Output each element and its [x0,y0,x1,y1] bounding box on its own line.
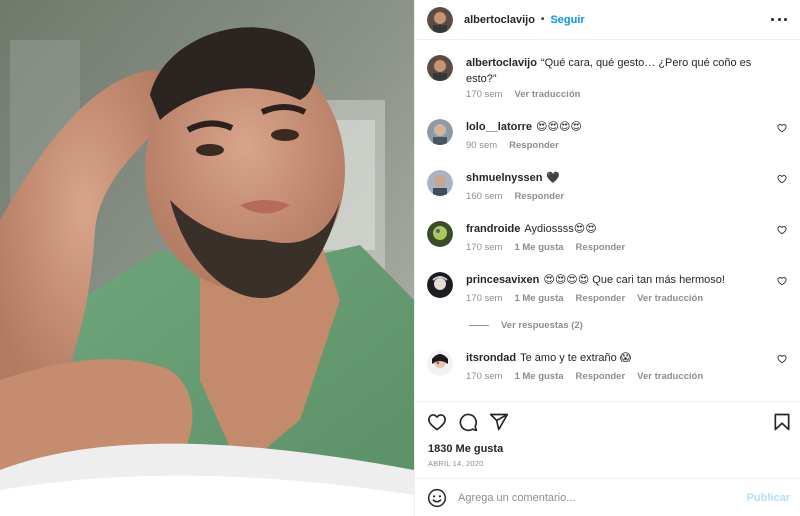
reply-link[interactable]: Responder [576,293,626,304]
comment-likes[interactable]: 1 Me gusta [514,242,563,253]
post-date[interactable]: ABRIL 14, 2020 [428,459,483,468]
comment-like-heart-icon[interactable] [777,174,787,184]
comment-like-heart-icon[interactable] [777,354,787,364]
comment-likes[interactable]: 1 Me gusta [514,371,563,382]
comment-meta: 160 sem Responder [466,191,564,202]
translate-link[interactable]: Ver traducción [637,371,703,382]
reply-link[interactable]: Responder [509,140,559,151]
post-actions-bar [415,401,800,441]
comment-text: Te amo y te extraño 😱 [520,352,632,364]
comment-like-heart-icon[interactable] [777,276,787,286]
author-avatar[interactable] [427,6,453,33]
commenter-avatar[interactable] [427,350,453,376]
send-icon[interactable] [489,412,509,432]
header-separator: • [540,14,545,25]
comment-icon[interactable] [458,412,478,432]
comment-time[interactable]: 160 sem [466,191,502,202]
comment-body: lolo__latorre 😍😍😍😍 [466,119,766,135]
comment-text: 🖤 [546,172,561,184]
comment-time[interactable]: 170 sem [466,371,502,382]
selfie-photo-illustration [0,0,414,516]
list-item: princesavixen 😍😍😍😍 Que cari tan más hermo… [427,272,789,312]
view-replies-button[interactable]: Ver respuestas (2) [469,320,583,331]
comment-username[interactable]: princesavixen [466,274,539,286]
comment-like-heart-icon[interactable] [777,123,787,133]
list-item: itsrondad Te amo y te extraño 😱 170 sem 1… [427,350,789,390]
comment-username[interactable]: frandroide [466,223,520,235]
comment-username[interactable]: lolo__latorre [466,121,532,133]
commenter-avatar[interactable] [427,221,453,247]
view-replies-label: Ver respuestas (2) [501,320,583,331]
post-photo[interactable] [0,0,414,516]
comment-body: frandroide Aydiossss😍😍 [466,221,766,237]
comment-body: itsrondad Te amo y te extraño 😱 [466,350,766,366]
publish-button[interactable]: Publicar [747,492,790,504]
comment-meta: 170 sem 1 Me gusta Responder [466,242,625,253]
comment-text: 😍😍😍😍 Que cari tan más hermoso! [543,274,725,286]
caption-username[interactable]: albertoclavijo [466,57,537,69]
post-caption: albertoclavijo “Qué cara, qué gesto… ¿Per… [427,55,789,107]
instagram-post-view: albertoclavijo • Seguir albertoclavijo “Q… [0,0,800,516]
comment-username[interactable]: shmuelnyssen [466,172,542,184]
comment-likes[interactable]: 1 Me gusta [514,293,563,304]
follow-button[interactable]: Seguir [550,14,584,26]
comment-time[interactable]: 90 sem [466,140,497,151]
commenter-avatar[interactable] [427,119,453,145]
commenter-avatar[interactable] [427,272,453,298]
caption-body: albertoclavijo “Qué cara, qué gesto… ¿Per… [466,55,766,87]
list-item: frandroide Aydiossss😍😍 170 sem 1 Me gusta… [427,221,789,261]
more-horizontal-icon[interactable] [771,12,787,26]
replies-divider-line [469,325,489,326]
comment-text: 😍😍😍😍 [536,121,582,133]
comments-list: albertoclavijo “Qué cara, qué gesto… ¿Per… [415,41,800,401]
comment-time[interactable]: 170 sem [466,242,502,253]
commenter-avatar[interactable] [427,170,453,196]
post-header: albertoclavijo • Seguir [415,0,800,40]
bookmark-icon[interactable] [772,412,792,432]
list-item: shmuelnyssen 🖤 160 sem Responder [427,170,789,210]
translate-link[interactable]: Ver traducción [637,293,703,304]
comment-body: princesavixen 😍😍😍😍 Que cari tan más hermo… [466,272,766,288]
post-side-panel: albertoclavijo • Seguir albertoclavijo “Q… [414,0,800,516]
caption-meta: 170 sem Ver traducción [466,89,580,100]
list-item: lolo__latorre 😍😍😍😍 90 sem Responder [427,119,789,159]
comment-meta: 170 sem 1 Me gusta Responder Ver traducc… [466,293,703,304]
comment-composer: Publicar [415,478,800,516]
comment-meta: 90 sem Responder [466,140,559,151]
reply-link[interactable]: Responder [576,242,626,253]
comment-time[interactable]: 170 sem [466,293,502,304]
reply-link[interactable]: Responder [514,191,564,202]
comment-input[interactable] [458,488,728,508]
heart-icon[interactable] [427,412,447,432]
author-username[interactable]: albertoclavijo [464,14,535,26]
comment-username[interactable]: itsrondad [466,352,516,364]
comment-meta: 170 sem 1 Me gusta Responder Ver traducc… [466,371,703,382]
caption-translate-link[interactable]: Ver traducción [514,89,580,100]
likes-count[interactable]: 1830 Me gusta [428,443,503,455]
comment-text: Aydiossss😍😍 [524,223,597,235]
emoji-icon[interactable] [427,488,447,508]
comment-like-heart-icon[interactable] [777,225,787,235]
reply-link[interactable]: Responder [576,371,626,382]
caption-time[interactable]: 170 sem [466,89,502,100]
comment-body: shmuelnyssen 🖤 [466,170,766,186]
caption-author-avatar[interactable] [427,55,453,81]
